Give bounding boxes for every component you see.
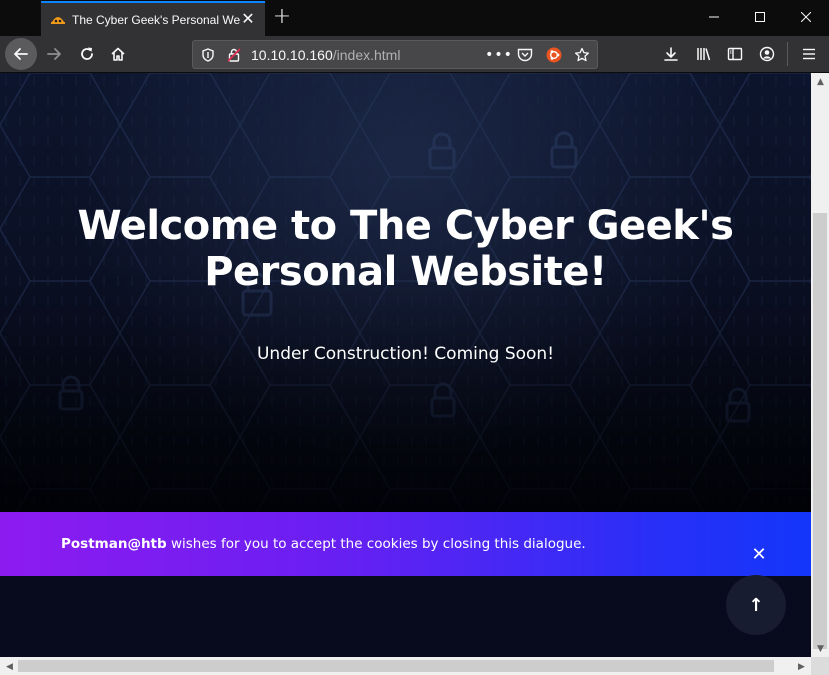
shield-icon[interactable] (198, 45, 218, 65)
scrollbar-corner (811, 657, 829, 675)
hat-favicon-icon (50, 12, 66, 28)
hero-section: Welcome to The Cyber Geek's Personal Web… (0, 73, 811, 513)
url-bar[interactable]: 10.10.10.160/index.html ••• (192, 40, 598, 69)
forward-arrow-icon[interactable] (39, 39, 69, 69)
tab-title: The Cyber Geek's Personal Website (72, 12, 240, 27)
scroll-up-arrow-icon[interactable]: ▲ (812, 73, 829, 90)
horizontal-scrollbar[interactable]: ◀ ▶ (0, 657, 829, 675)
new-tab-icon[interactable]: + (270, 6, 294, 30)
url-text: 10.10.10.160/index.html (251, 47, 401, 63)
maximize-icon[interactable] (737, 0, 783, 34)
pocket-icon[interactable] (515, 45, 535, 65)
library-icon[interactable] (689, 39, 719, 69)
cookie-message: Postman@htb wishes for you to accept the… (61, 536, 586, 552)
account-icon[interactable] (752, 39, 782, 69)
scroll-right-arrow-icon[interactable]: ▶ (793, 658, 810, 675)
vertical-scroll-thumb[interactable] (813, 213, 827, 649)
hero-heading: Welcome to The Cyber Geek's Personal Web… (0, 203, 811, 295)
page-viewport: Welcome to The Cyber Geek's Personal Web… (0, 73, 811, 657)
navigation-toolbar: 10.10.10.160/index.html ••• (0, 36, 829, 73)
back-to-top-button[interactable]: ↑ (726, 575, 786, 635)
home-icon[interactable] (103, 39, 133, 69)
arrow-up-icon: ↑ (748, 594, 764, 616)
download-icon[interactable] (656, 39, 686, 69)
tab-close-icon[interactable]: ✕ (240, 11, 256, 27)
cookie-user: Postman@htb (61, 536, 167, 552)
reload-icon[interactable] (72, 39, 102, 69)
hamburger-menu-icon[interactable] (794, 39, 824, 69)
scroll-down-arrow-icon[interactable]: ▼ (812, 640, 829, 657)
vertical-scrollbar[interactable]: ▲ ▼ (811, 73, 829, 657)
window-close-icon[interactable] (783, 0, 829, 34)
tab-active[interactable]: The Cyber Geek's Personal Website ✕ (41, 1, 265, 36)
cookie-banner: Postman@htb wishes for you to accept the… (0, 512, 811, 576)
minimize-icon[interactable] (691, 0, 737, 34)
insecure-lock-icon[interactable] (224, 45, 244, 65)
hero-heading-line2: Personal Website! (204, 249, 607, 295)
tab-strip: The Cyber Geek's Personal Website ✕ + (0, 0, 829, 36)
browser-window: The Cyber Geek's Personal Website ✕ + (0, 0, 829, 675)
cookie-close-button[interactable]: ✕ (749, 545, 769, 565)
page-actions-icon[interactable]: ••• (485, 45, 512, 65)
hero-subtitle: Under Construction! Coming Soon! (256, 344, 555, 364)
horizontal-scroll-thumb[interactable] (18, 660, 774, 672)
bookmark-star-icon[interactable] (572, 45, 592, 65)
ubuntu-extension-icon[interactable] (544, 45, 564, 65)
hero-heading-line1: Welcome to The Cyber Geek's (77, 203, 734, 249)
scroll-left-arrow-icon[interactable]: ◀ (1, 658, 18, 675)
sidebar-icon[interactable] (720, 39, 750, 69)
back-arrow-icon[interactable] (5, 38, 37, 70)
toolbar-divider (787, 42, 788, 66)
